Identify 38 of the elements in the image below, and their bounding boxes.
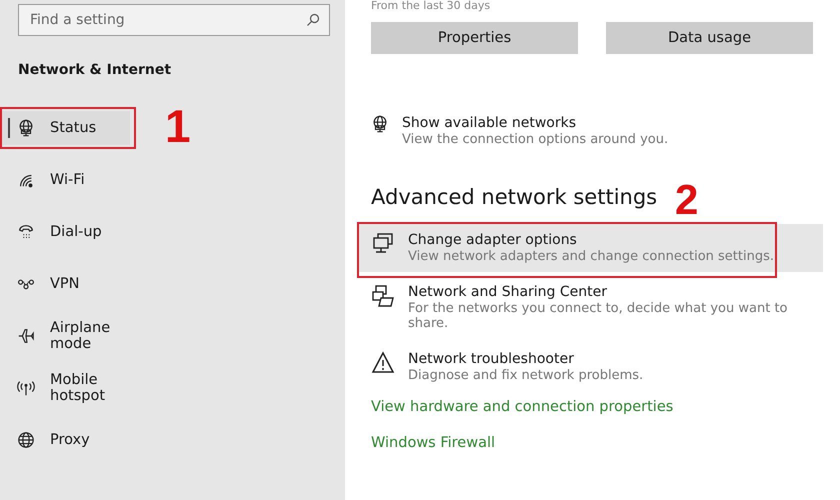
search-field[interactable]: Find a setting [18,4,330,36]
nav-item[interactable]: Wi-Fi [0,163,130,197]
search-icon [306,13,320,27]
setting-option[interactable]: Network troubleshooter Diagnose and fix network problems. [357,343,823,391]
globe-icon [17,431,35,449]
nav-item[interactable]: Proxy [0,423,130,457]
setting-option[interactable]: Network and Sharing Center For the networks you connect to, decide what you want to share. [357,276,823,339]
option-title: Show available networks [402,115,578,131]
airplane-icon [17,327,35,345]
action-button[interactable]: Data usage [606,22,813,54]
network-sharing-icon [371,284,395,308]
action-button[interactable]: Properties [371,22,578,54]
option-title: Network and Sharing Center [408,284,608,300]
settings-link[interactable]: View hardware and connection properties [371,399,823,415]
option-description: View the connection options around you. [402,132,668,147]
section-heading: Network & Internet [18,62,172,78]
option-description: Diagnose and fix network problems. [408,368,644,383]
setting-option[interactable]: Show available networks View the connection options around you. [357,107,823,155]
settings-link[interactable]: Windows Firewall [371,435,823,451]
step-number: 2 [675,176,698,224]
globe-monitor-icon [17,119,35,137]
section-heading: Advanced network settings [371,185,658,209]
usage-note: From the last 30 days [371,0,492,14]
option-description: View network adapters and change connection settings. [408,249,774,264]
step-number: 1 [165,99,191,153]
phone-icon [17,223,35,241]
setting-option[interactable]: Change adapter options View network adapters and change connection settings. [357,224,823,272]
globe-monitor-icon [371,115,389,133]
nav-item[interactable]: Airplane mode [0,319,130,353]
nav-item[interactable]: VPN [0,267,130,301]
option-description: For the networks you connect to, decide what you want to share. [408,301,788,331]
warning-icon [371,351,395,375]
option-title: Network troubleshooter [408,351,575,367]
option-title: Change adapter options [408,232,578,248]
nav-item[interactable]: Dial-up [0,215,130,249]
nav-item[interactable]: Status [0,111,130,145]
hotspot-icon [17,379,35,397]
nav-item[interactable]: Mobile hotspot [0,371,130,405]
